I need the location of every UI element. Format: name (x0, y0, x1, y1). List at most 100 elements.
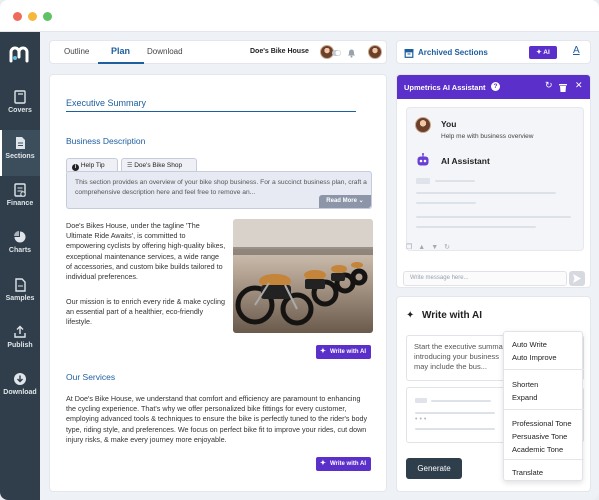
text-format-icon[interactable]: A (573, 45, 580, 56)
ai-actions-menu: Auto Write Auto Improve Shorten Expand P… (503, 331, 584, 481)
assistant-header: Upmetrics AI Assistant ? ↻ ✕ (397, 75, 590, 99)
sparkle-icon: ✦ (536, 49, 542, 56)
bell-icon[interactable] (347, 48, 356, 58)
our-services-heading: Our Services (66, 372, 116, 382)
menu-item-auto-improve[interactable]: Auto Improve (512, 353, 557, 362)
ai-assistant-panel: Upmetrics AI Assistant ? ↻ ✕ You Help me… (396, 74, 591, 288)
thumbs-up-icon[interactable]: ▲ (418, 244, 431, 251)
write-with-ai-button[interactable]: ✦ Write with AI (316, 457, 371, 471)
maximize-dot[interactable] (43, 12, 52, 21)
help-tip-label: Help Tip (80, 162, 105, 169)
menu-divider (504, 409, 584, 410)
logo-icon[interactable] (9, 44, 31, 64)
send-button[interactable] (569, 271, 585, 286)
sparkle-icon: ✦ (320, 460, 326, 467)
placeholder-line (435, 180, 475, 182)
pie-chart-icon (14, 231, 26, 243)
send-icon (573, 274, 581, 283)
sidebar-item-label: Download (3, 389, 37, 396)
placeholder-line (416, 202, 476, 204)
share-icon (14, 325, 26, 338)
editor-panel: Executive Summary Business Description i… (49, 74, 387, 492)
refresh-icon[interactable]: ↻ (545, 80, 553, 91)
sidebar-item-label: Sections (5, 153, 35, 160)
close-icon[interactable]: ✕ (575, 80, 583, 91)
file-icon (15, 278, 26, 292)
sidebar-item-covers[interactable]: Covers (0, 84, 40, 130)
menu-item-persuasive-tone[interactable]: Persuasive Tone (512, 432, 567, 441)
menu-divider (504, 369, 584, 370)
sidebar-item-label: Publish (7, 342, 33, 349)
placeholder-line (415, 412, 495, 414)
sidebar-item-label: Charts (8, 247, 32, 254)
sidebar-item-samples[interactable]: Samples (0, 272, 40, 318)
archived-sections-link[interactable]: Archived Sections (418, 48, 488, 57)
sidebar-item-publish[interactable]: Publish (0, 319, 40, 365)
business-description-heading: Business Description (66, 136, 146, 146)
copy-icon[interactable]: ❐ (406, 244, 418, 251)
read-more-button[interactable]: Read More ⌄ (319, 195, 371, 208)
company-name: Doe's Bike House (250, 48, 309, 55)
menu-item-professional-tone[interactable]: Professional Tone (512, 419, 571, 428)
write-with-ai-button[interactable]: ✦ Write with AI (316, 345, 371, 359)
robot-icon (417, 153, 429, 166)
placeholder-line (416, 192, 556, 194)
app-window: Covers Sections Finance Charts Samples P… (0, 0, 599, 500)
sidebar-item-finance[interactable]: Finance (0, 177, 40, 223)
menu-item-translate[interactable]: Translate (512, 468, 543, 477)
sidebar-item-label: Samples (5, 295, 35, 302)
help-icon[interactable]: ? (491, 82, 500, 91)
ai-toggle-button[interactable]: ✦ AI (529, 46, 557, 59)
sidebar: Covers Sections Finance Charts Samples P… (0, 32, 40, 500)
you-message: Help me with business overview (441, 133, 534, 140)
help-tip-box: This section provides an overview of you… (66, 171, 372, 209)
tab-outline[interactable]: Outline (64, 47, 89, 56)
finance-icon (14, 183, 26, 197)
bike-showroom-image (233, 219, 373, 333)
message-input[interactable]: Write message here... (403, 271, 567, 286)
right-panel-header: Archived Sections ✦ AI A (396, 40, 591, 64)
magic-wand-icon: ✦ (406, 310, 415, 321)
close-dot[interactable] (13, 12, 22, 21)
menu-item-auto-write[interactable]: Auto Write (512, 340, 547, 349)
sidebar-item-download[interactable]: Download (0, 366, 40, 412)
placeholder-line (431, 400, 491, 402)
profile-avatar[interactable] (368, 45, 382, 59)
sidebar-item-sections[interactable]: Sections (0, 130, 40, 176)
services-paragraph: At Doe's Bike House, we understand that … (66, 394, 368, 444)
minimize-dot[interactable] (28, 12, 37, 21)
regenerate-icon[interactable]: ↻ (444, 244, 456, 251)
toggle-icon[interactable] (332, 49, 341, 57)
book-icon (14, 90, 26, 104)
chevron-down-icon: ⌄ (358, 198, 364, 204)
message-actions: ❐▲▼↻ (406, 243, 456, 251)
you-avatar (415, 117, 431, 133)
info-icon: i (72, 164, 79, 171)
ai-assistant-label: AI Assistant (441, 156, 490, 166)
page-title: Executive Summary (66, 98, 147, 108)
tab-bike-shop[interactable]: ☰ Doe's Bike Shop (121, 158, 197, 172)
placeholder-block (415, 398, 427, 403)
placeholder-block (416, 178, 430, 184)
menu-item-academic-tone[interactable]: Academic Tone (512, 445, 563, 454)
placeholder-line (416, 226, 536, 228)
chat-history: You Help me with business overview AI As… (406, 107, 584, 251)
placeholder-line (415, 428, 495, 430)
thumbs-down-icon[interactable]: ▼ (431, 244, 444, 251)
sidebar-item-label: Finance (6, 200, 34, 207)
tab-help-tip[interactable]: i Help Tip (66, 158, 118, 172)
menu-item-expand[interactable]: Expand (512, 393, 537, 402)
menu-item-shorten[interactable]: Shorten (512, 380, 538, 389)
write-with-ai-title: Write with AI (422, 310, 482, 321)
list-icon: ☰ (127, 163, 133, 169)
write-with-ai-label: Write with AI (330, 461, 366, 467)
tab-plan[interactable]: Plan (111, 46, 130, 56)
generate-button[interactable]: Generate (406, 458, 462, 479)
mission-paragraph: Our mission is to enrich every ride & ma… (66, 297, 225, 327)
menu-divider (504, 459, 584, 460)
tab-download[interactable]: Download (147, 47, 183, 56)
prompt-text: Start the executive summary introducing … (414, 342, 510, 371)
trash-icon[interactable] (559, 83, 567, 92)
sparkle-icon: ✦ (320, 348, 326, 355)
sidebar-item-charts[interactable]: Charts (0, 224, 40, 270)
